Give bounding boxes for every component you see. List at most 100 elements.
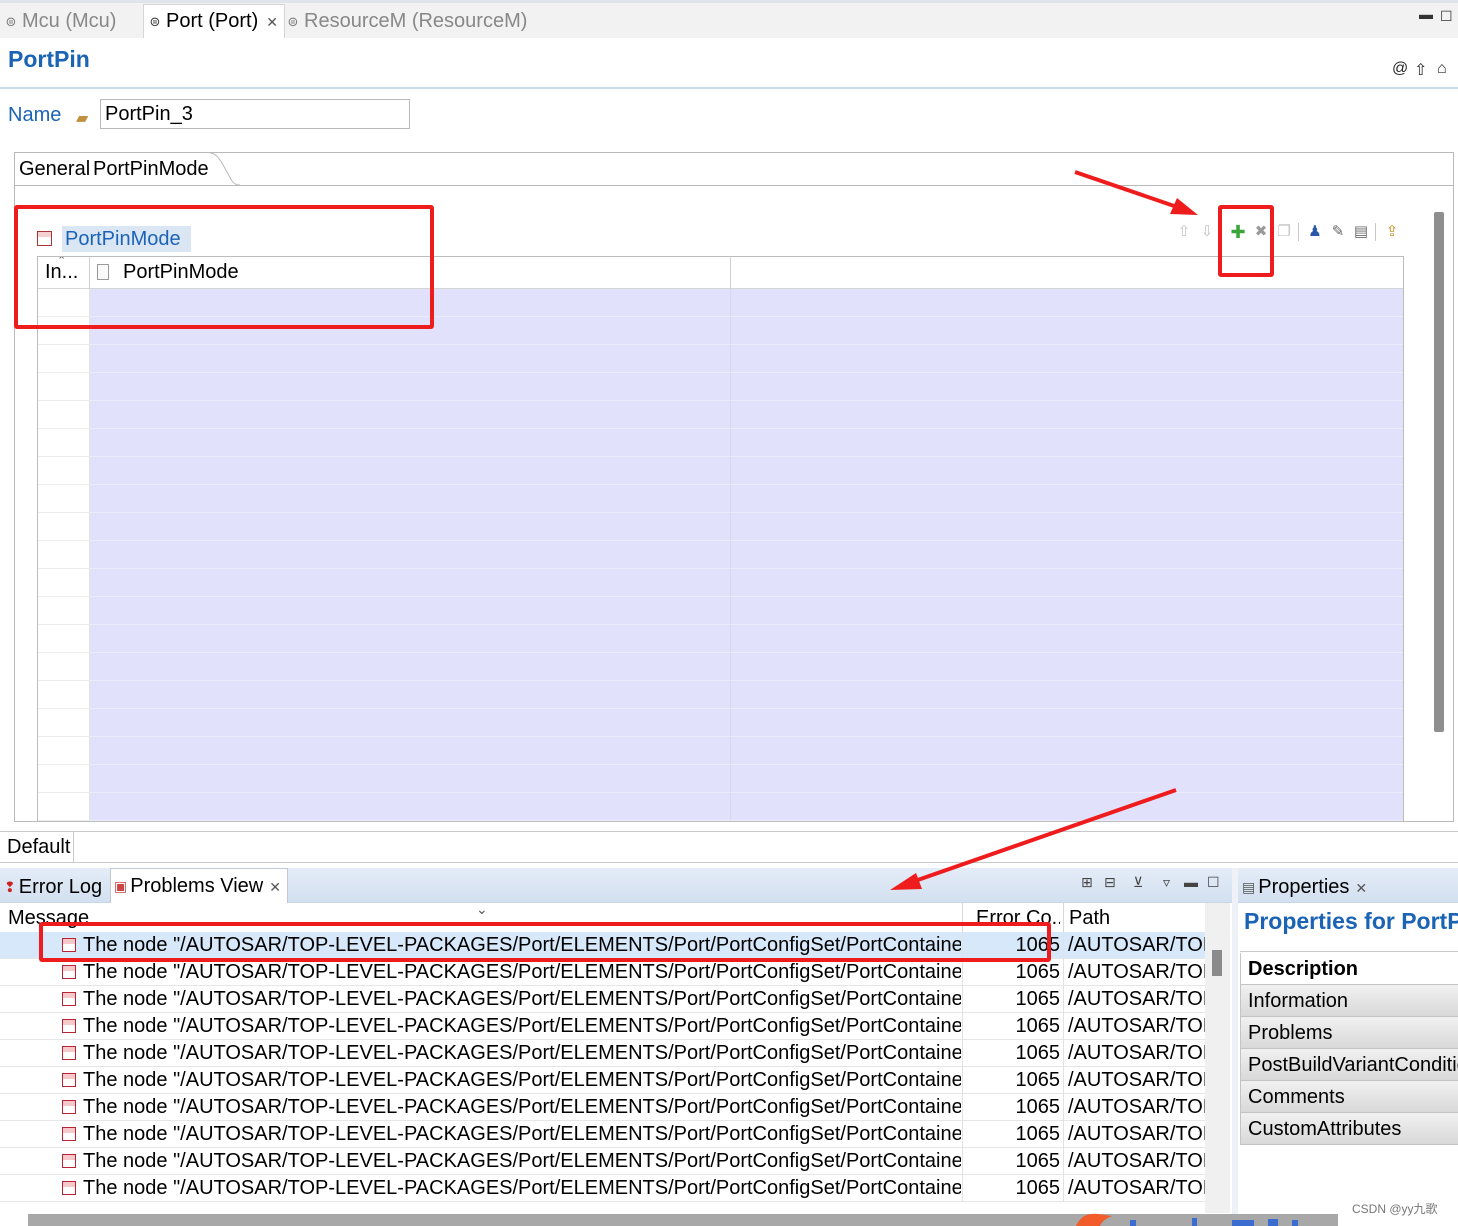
table-cell[interactable] xyxy=(90,485,731,513)
table-cell[interactable] xyxy=(90,569,731,597)
problem-row[interactable]: The node "/AUTOSAR/TOP-LEVEL-PACKAGES/Po… xyxy=(0,1121,1205,1148)
table-cell[interactable] xyxy=(731,597,1403,625)
table-row[interactable] xyxy=(38,485,1403,513)
properties-tab-description[interactable]: Description xyxy=(1240,953,1458,985)
table-cell[interactable] xyxy=(90,681,731,709)
table-cell[interactable] xyxy=(38,541,90,569)
table-cell[interactable] xyxy=(38,429,90,457)
tab-error-log[interactable]: ❢ Error Log xyxy=(4,872,102,902)
name-input[interactable] xyxy=(100,99,410,129)
table-cell[interactable] xyxy=(731,541,1403,569)
table-row[interactable] xyxy=(38,681,1403,709)
table-row[interactable] xyxy=(38,373,1403,401)
table-cell[interactable] xyxy=(731,317,1403,345)
table-cell[interactable] xyxy=(90,373,731,401)
user-icon[interactable]: ♟ xyxy=(1305,222,1325,242)
table-cell[interactable] xyxy=(38,793,90,821)
properties-tab-comments[interactable]: Comments xyxy=(1240,1081,1458,1113)
properties-tab-information[interactable]: Information xyxy=(1240,985,1458,1017)
vertical-scrollbar[interactable] xyxy=(1434,212,1444,732)
table-cell[interactable] xyxy=(90,541,731,569)
problem-row[interactable]: The node "/AUTOSAR/TOP-LEVEL-PACKAGES/Po… xyxy=(0,959,1205,986)
problem-row[interactable]: The node "/AUTOSAR/TOP-LEVEL-PACKAGES/Po… xyxy=(0,1013,1205,1040)
properties-tab-problems[interactable]: Problems xyxy=(1240,1017,1458,1049)
table-row[interactable] xyxy=(38,541,1403,569)
tab-properties[interactable]: ▤ Properties ✕ xyxy=(1242,872,1367,902)
table-cell[interactable] xyxy=(731,429,1403,457)
problem-row[interactable]: The node "/AUTOSAR/TOP-LEVEL-PACKAGES/Po… xyxy=(0,1175,1205,1202)
problem-row[interactable]: The node "/AUTOSAR/TOP-LEVEL-PACKAGES/Po… xyxy=(0,986,1205,1013)
table-row[interactable] xyxy=(38,625,1403,653)
problem-row[interactable]: The node "/AUTOSAR/TOP-LEVEL-PACKAGES/Po… xyxy=(0,1148,1205,1175)
table-cell[interactable] xyxy=(38,597,90,625)
table-cell[interactable] xyxy=(38,653,90,681)
table-cell[interactable] xyxy=(90,765,731,793)
table-cell[interactable] xyxy=(38,569,90,597)
table-row[interactable] xyxy=(38,709,1403,737)
properties-tab-customattributes[interactable]: CustomAttributes xyxy=(1240,1113,1458,1145)
table-cell[interactable] xyxy=(731,625,1403,653)
problem-row[interactable]: The node "/AUTOSAR/TOP-LEVEL-PACKAGES/Po… xyxy=(0,1040,1205,1067)
table-cell[interactable] xyxy=(731,457,1403,485)
table-cell[interactable] xyxy=(38,345,90,373)
table-cell[interactable] xyxy=(731,737,1403,765)
table-cell[interactable] xyxy=(38,513,90,541)
edit-icon[interactable]: ✎ xyxy=(1328,222,1348,242)
tab-default[interactable]: Default xyxy=(4,832,75,862)
table-cell[interactable] xyxy=(731,709,1403,737)
home-icon[interactable]: ⌂ xyxy=(1437,60,1447,78)
tab-portpinmode[interactable]: PortPinMode xyxy=(89,153,213,185)
problems-vertical-scrollbar[interactable] xyxy=(1212,950,1222,976)
table-cell[interactable] xyxy=(38,457,90,485)
table-row[interactable] xyxy=(38,765,1403,793)
table-cell[interactable] xyxy=(731,681,1403,709)
minimize-icon[interactable]: ▬ xyxy=(1419,6,1433,22)
export-icon[interactable]: ⇪ xyxy=(1382,222,1402,242)
table-cell[interactable] xyxy=(90,457,731,485)
maximize-icon[interactable]: ☐ xyxy=(1207,874,1220,891)
table-cell[interactable] xyxy=(90,793,731,821)
table-cell[interactable] xyxy=(731,765,1403,793)
table-cell[interactable] xyxy=(731,793,1403,821)
editor-tab-mcu[interactable]: ⊜ Mcu (Mcu) xyxy=(4,6,117,36)
table-row[interactable] xyxy=(38,653,1403,681)
properties-tab-postbuildvariantconditio[interactable]: PostBuildVariantConditio xyxy=(1240,1049,1458,1081)
table-cell[interactable] xyxy=(731,373,1403,401)
table-cell[interactable] xyxy=(731,401,1403,429)
table-row[interactable] xyxy=(38,793,1403,821)
maximize-icon[interactable]: ☐ xyxy=(1440,8,1453,25)
table-cell[interactable] xyxy=(90,401,731,429)
editor-tab-port[interactable]: ⊜ Port (Port) ✕ xyxy=(143,4,285,38)
problem-row[interactable]: The node "/AUTOSAR/TOP-LEVEL-PACKAGES/Po… xyxy=(0,1094,1205,1121)
table-cell[interactable] xyxy=(90,513,731,541)
close-icon[interactable]: ✕ xyxy=(1355,880,1367,896)
table-cell[interactable] xyxy=(90,737,731,765)
table-cell[interactable] xyxy=(90,653,731,681)
table-cell[interactable] xyxy=(38,485,90,513)
table-cell[interactable] xyxy=(38,737,90,765)
table-cell[interactable] xyxy=(731,289,1403,317)
table-cell[interactable] xyxy=(90,597,731,625)
table-cell[interactable] xyxy=(38,373,90,401)
table-cell[interactable] xyxy=(90,625,731,653)
expand-all-icon[interactable]: ⊞ xyxy=(1081,874,1093,891)
filter-icon[interactable]: ⊻ xyxy=(1133,874,1143,891)
table-row[interactable] xyxy=(38,457,1403,485)
table-cell[interactable] xyxy=(90,429,731,457)
copy-icon[interactable]: ❐ xyxy=(1274,222,1294,242)
table-row[interactable] xyxy=(38,429,1403,457)
move-down-icon[interactable]: ⇩ xyxy=(1197,222,1217,242)
table-row[interactable] xyxy=(38,401,1403,429)
view-sash[interactable] xyxy=(1232,868,1238,1226)
table-row[interactable] xyxy=(38,569,1403,597)
column-header-path[interactable]: Path xyxy=(1069,907,1110,930)
tab-general[interactable]: General xyxy=(15,153,96,185)
navigate-up-icon[interactable]: ⇧ xyxy=(1414,60,1427,80)
table-cell[interactable] xyxy=(731,485,1403,513)
table-cell[interactable] xyxy=(38,709,90,737)
close-icon[interactable]: ✕ xyxy=(269,879,281,895)
table-cell[interactable] xyxy=(731,653,1403,681)
table-row[interactable] xyxy=(38,737,1403,765)
table-cell[interactable] xyxy=(90,345,731,373)
tab-problems-view[interactable]: ▣ Problems View ✕ xyxy=(110,868,288,903)
